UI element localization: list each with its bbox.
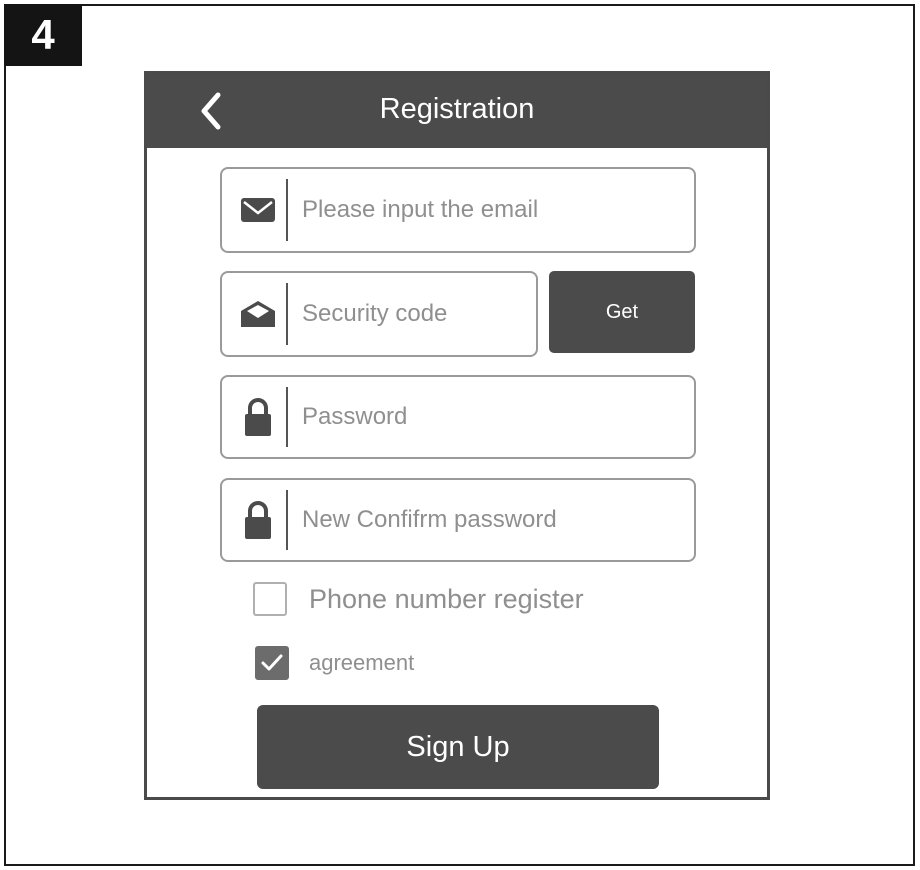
email-input[interactable] [302, 169, 684, 251]
field-divider [286, 490, 288, 550]
open-envelope-icon [238, 273, 278, 355]
agreement-checkbox[interactable] [255, 646, 289, 680]
sign-up-button[interactable]: Sign Up [257, 705, 659, 789]
agreement-row[interactable]: agreement [255, 646, 414, 680]
phone-register-checkbox[interactable] [253, 582, 287, 616]
title-bar: Registration [147, 74, 767, 148]
step-number-badge: 4 [4, 4, 82, 66]
confirm-password-field[interactable] [220, 478, 696, 562]
phone-register-label: Phone number register [309, 583, 584, 614]
registration-screen: Registration Get [144, 71, 770, 800]
field-divider [286, 387, 288, 447]
password-field[interactable] [220, 375, 696, 459]
confirm-password-input[interactable] [302, 480, 684, 560]
field-divider [286, 283, 288, 345]
security-code-input[interactable] [302, 273, 526, 355]
lock-icon [238, 480, 278, 560]
page-title: Registration [379, 93, 535, 125]
lock-icon [238, 377, 278, 457]
password-input[interactable] [302, 377, 684, 457]
email-field[interactable] [220, 167, 696, 253]
security-code-field[interactable] [220, 271, 538, 357]
field-divider [286, 179, 288, 241]
agreement-label: agreement [309, 650, 415, 675]
get-code-button[interactable]: Get [549, 271, 695, 353]
envelope-icon [238, 169, 278, 251]
checkmark-icon [261, 654, 283, 671]
phone-register-row[interactable]: Phone number register [253, 582, 584, 616]
